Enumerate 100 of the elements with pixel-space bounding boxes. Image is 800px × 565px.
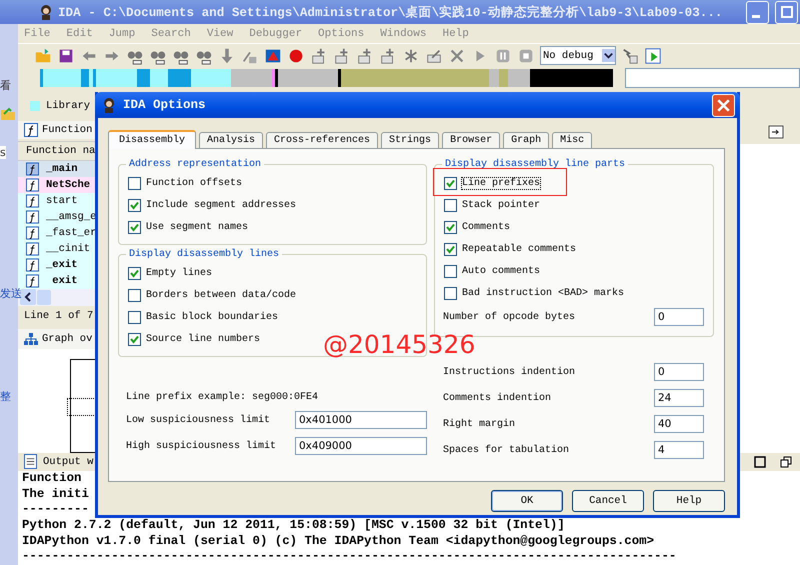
function-row[interactable]: _exit	[18, 256, 95, 273]
checkbox-label: Basic block boundaries	[146, 312, 278, 322]
function-name: _fast_er	[46, 226, 96, 239]
checkbox[interactable]	[128, 288, 141, 302]
warning-icon[interactable]	[264, 46, 282, 65]
input-field[interactable]: 0	[654, 363, 704, 381]
checkbox[interactable]	[444, 220, 457, 234]
checkbox[interactable]	[128, 198, 141, 212]
checkbox-label: Function offsets	[146, 178, 242, 188]
status-text: Line 1 of 7	[23, 309, 94, 324]
function-name: _exit	[46, 258, 78, 271]
asterisk-icon[interactable]	[402, 46, 420, 65]
maximize-icon	[780, 6, 792, 18]
output-line: Python 2.7.2 (default, Jun 12 2011, 15:08:59) [MSC v.1500 32 bit (Intel)]	[22, 518, 565, 534]
minimize-icon	[752, 14, 760, 18]
checkbox-label: Borders between data/code	[146, 290, 296, 300]
checkbox-label: Include segment addresses	[146, 200, 296, 210]
debugger-select[interactable]: No debug	[540, 46, 616, 66]
checkbox[interactable]	[128, 176, 141, 190]
input-field[interactable]: 0	[654, 308, 704, 326]
function-icon	[24, 123, 38, 138]
tab[interactable]: Graph	[503, 132, 550, 148]
arrow-icon[interactable]	[621, 46, 639, 65]
window-tab-icon[interactable]	[768, 124, 784, 140]
checkbox-label: Line prefixes	[462, 178, 540, 188]
output-line: Function	[22, 470, 82, 487]
dialog-button[interactable]: Cancel	[572, 490, 644, 512]
output-window-tab[interactable]: Output w	[43, 456, 94, 468]
field-label: High suspiciousness limit	[126, 440, 276, 452]
dialog-button[interactable]: OK	[491, 490, 563, 512]
output-line: ---------	[22, 502, 89, 518]
checkbox[interactable]	[128, 220, 141, 234]
function-name: __cinit	[46, 242, 90, 255]
tab[interactable]: Misc	[552, 132, 592, 148]
field-label: Right margin	[443, 418, 516, 430]
tab[interactable]: Cross-references	[266, 132, 378, 148]
play-icon[interactable]	[644, 46, 662, 65]
input-field[interactable]: 24	[654, 389, 704, 407]
scrollbar-thumb[interactable]	[37, 290, 51, 305]
input-field[interactable]: 40	[654, 415, 704, 433]
checkbox-label: Auto comments	[462, 266, 540, 276]
checkbox[interactable]	[444, 286, 457, 300]
window-text: 发送	[0, 286, 22, 301]
checkbox-label: Use segment names	[146, 222, 248, 232]
checkbox-label: Source line numbers	[146, 334, 260, 344]
function-row[interactable]: __cinit	[18, 240, 95, 257]
tab[interactable]: Browser	[442, 132, 500, 148]
functions-tab[interactable]: Function	[18, 121, 95, 140]
checkbox-label: Bad instruction <BAD> marks	[462, 288, 624, 298]
function-row[interactable]: exit	[18, 272, 95, 289]
input-field[interactable]: 0x409000	[295, 437, 427, 455]
record-icon[interactable]	[287, 46, 305, 65]
function-row[interactable]: __amsg_e	[18, 208, 95, 225]
window-text: 整	[0, 389, 11, 404]
checkbox-label: Empty lines	[146, 268, 212, 278]
output-line: IDAPython v1.7.0 final (serial 0) (c) The IDAPython Team <idapython@googlegroups.com>	[22, 534, 654, 550]
restore-icon[interactable]	[780, 456, 792, 468]
checkbox[interactable]	[444, 176, 457, 190]
checkbox[interactable]	[128, 266, 141, 280]
close-button[interactable]	[712, 94, 735, 116]
function-name: start	[46, 194, 78, 207]
function-row[interactable]: NetSche	[18, 176, 95, 193]
function-name: NetSche	[46, 178, 90, 191]
function-name: __amsg_e	[46, 210, 96, 223]
minimize-button[interactable]	[746, 0, 769, 24]
window-title: IDA - C:\Documents and Settings\Administrator\桌面\实践10-动静态完整分析\lab9-3\Lab09-03...	[58, 4, 724, 20]
input-field[interactable]: 4	[654, 441, 704, 459]
group-title: Display disassembly lines	[128, 249, 280, 260]
checkbox[interactable]	[128, 332, 141, 346]
tab[interactable]: Analysis	[199, 132, 264, 148]
function-row[interactable]: _fast_er	[18, 224, 95, 241]
checkbox[interactable]	[444, 198, 457, 212]
tab[interactable]: Strings	[381, 132, 440, 148]
checkbox-label: Stack pointer	[462, 200, 540, 210]
scroll-left-button[interactable]	[20, 289, 36, 306]
function-name: _main	[46, 162, 78, 175]
window-text: 看	[0, 78, 11, 93]
address-field[interactable]	[625, 68, 800, 88]
checkbox[interactable]	[444, 264, 457, 278]
maximize-icon[interactable]	[754, 456, 766, 468]
checkbox-label: Repeatable comments	[462, 244, 576, 254]
save-icon[interactable]	[57, 46, 75, 65]
field-label: Spaces for tabulation	[443, 444, 570, 456]
legend-label: Library	[46, 100, 90, 112]
output-line: ----------------------------------------------------------------------------------------	[22, 549, 676, 565]
input-field[interactable]: 0x401000	[295, 411, 427, 429]
checkbox-label: Comments	[462, 222, 510, 232]
checkbox[interactable]	[444, 242, 457, 256]
tab[interactable]: Disassembly	[108, 130, 196, 149]
function-name: exit	[51, 274, 78, 287]
maximize-button[interactable]	[775, 0, 798, 24]
column-header[interactable]: Function na	[18, 141, 95, 161]
dialog-button[interactable]: Help	[653, 490, 725, 512]
group-title: Display disassembly line parts	[444, 159, 626, 170]
function-row[interactable]: start	[18, 192, 95, 209]
output-line: The initi	[22, 486, 89, 502]
function-row[interactable]: _main	[18, 160, 95, 177]
graph-overview-tab[interactable]: Graph ov	[18, 329, 95, 349]
checkbox[interactable]	[128, 310, 141, 324]
field-label: Number of opcode bytes	[443, 312, 576, 322]
